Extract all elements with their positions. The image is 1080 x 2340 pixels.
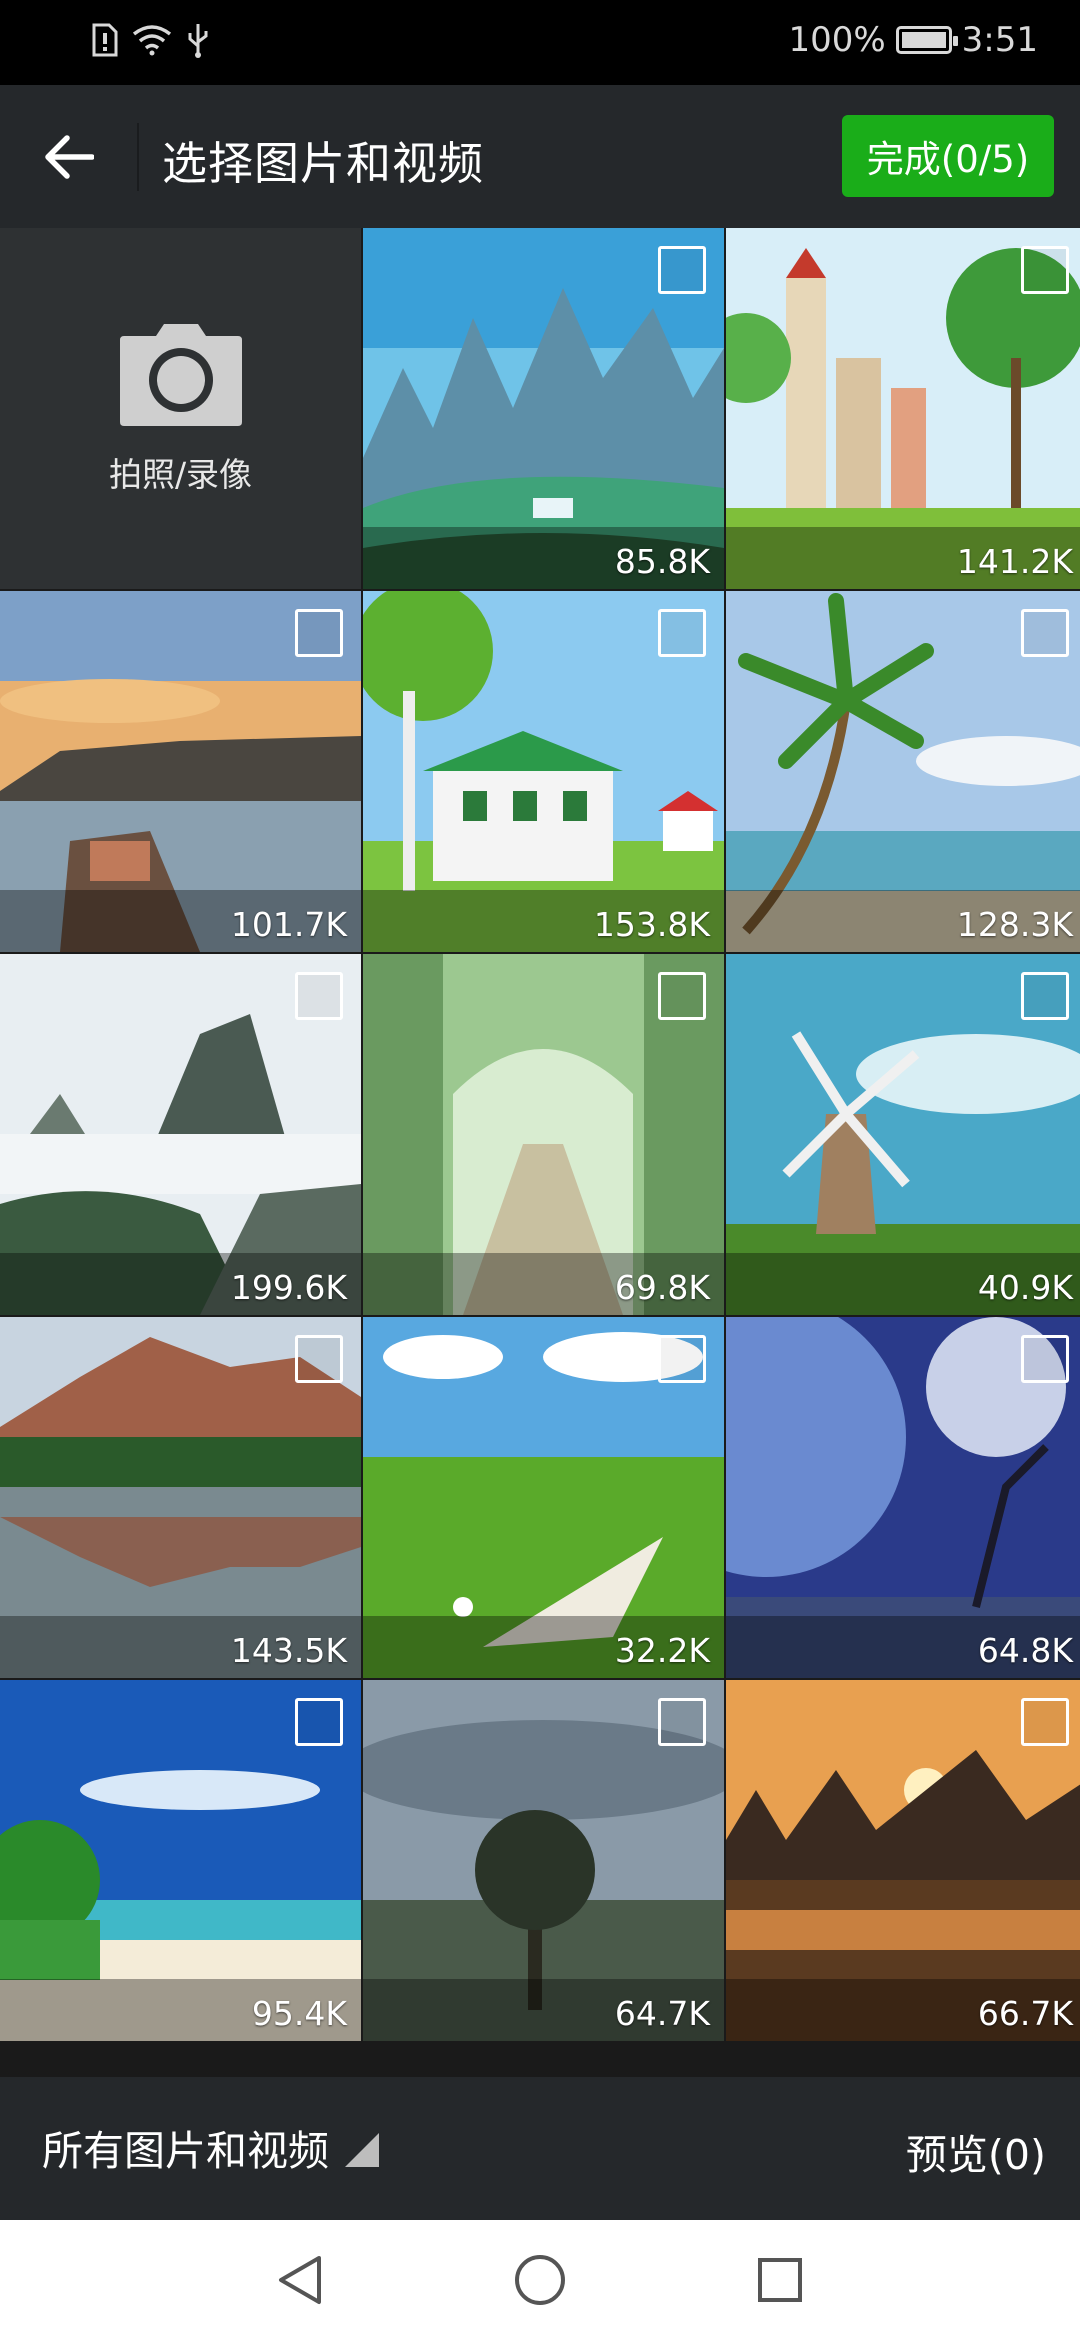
album-selector[interactable]: 所有图片和视频 <box>42 2117 379 2177</box>
select-checkbox[interactable] <box>295 1698 343 1746</box>
file-size: 143.5K <box>230 1631 347 1670</box>
square-recents-icon <box>758 2258 802 2302</box>
back-button[interactable] <box>32 121 104 193</box>
file-size: 64.7K <box>614 1994 710 2033</box>
file-size: 199.6K <box>230 1268 347 1307</box>
select-checkbox[interactable] <box>295 1335 343 1383</box>
file-size: 101.7K <box>230 905 347 944</box>
photo-tile[interactable]: 141.2K <box>726 228 1080 589</box>
select-checkbox[interactable] <box>1021 246 1069 294</box>
dropdown-triangle-icon <box>345 2133 379 2167</box>
system-nav-bar <box>0 2220 1080 2340</box>
select-checkbox[interactable] <box>658 246 706 294</box>
photo-tile[interactable]: 40.9K <box>726 954 1080 1315</box>
file-size: 32.2K <box>614 1631 710 1670</box>
wifi-icon <box>132 25 172 56</box>
photo-tile[interactable]: 199.6K <box>0 954 361 1315</box>
select-checkbox[interactable] <box>295 972 343 1020</box>
file-size: 153.8K <box>593 905 710 944</box>
file-size: 95.4K <box>251 1994 347 2033</box>
file-size: 64.8K <box>977 1631 1073 1670</box>
photo-tile[interactable]: 64.7K <box>363 1680 724 2041</box>
select-checkbox[interactable] <box>658 972 706 1020</box>
top-app-bar: 选择图片和视频 完成(0/5) <box>0 85 1080 228</box>
photo-grid: 拍照/录像 85.8K 141.2K 101.7K 153.8K 128.3K … <box>0 228 1080 2041</box>
album-label: 所有图片和视频 <box>42 2127 329 2175</box>
circle-home-icon <box>515 2255 565 2305</box>
status-icons-left <box>92 22 210 58</box>
status-bar: 100% 3:51 <box>0 0 1080 85</box>
done-button[interactable]: 完成(0/5) <box>842 115 1054 197</box>
nav-back-button[interactable] <box>268 2248 332 2312</box>
file-size: 40.9K <box>977 1268 1073 1307</box>
photo-tile[interactable]: 95.4K <box>0 1680 361 2041</box>
select-checkbox[interactable] <box>658 1335 706 1383</box>
clock: 3:51 <box>961 20 1038 60</box>
select-checkbox[interactable] <box>1021 1335 1069 1383</box>
photo-tile[interactable]: 64.8K <box>726 1317 1080 1678</box>
select-checkbox[interactable] <box>658 609 706 657</box>
triangle-back-icon <box>279 2256 321 2304</box>
battery-charging-icon <box>895 26 958 54</box>
bottom-bar: 所有图片和视频 预览(0) <box>0 2077 1080 2220</box>
select-checkbox[interactable] <box>295 609 343 657</box>
photo-tile[interactable]: 101.7K <box>0 591 361 952</box>
file-size: 141.2K <box>956 542 1073 581</box>
select-checkbox[interactable] <box>1021 972 1069 1020</box>
page-title: 选择图片和视频 <box>162 137 485 190</box>
battery-percent: 100% <box>788 20 886 60</box>
select-checkbox[interactable] <box>1021 609 1069 657</box>
file-size: 128.3K <box>956 905 1073 944</box>
photo-tile[interactable]: 85.8K <box>363 228 724 589</box>
file-size: 85.8K <box>614 542 710 581</box>
photo-tile[interactable]: 143.5K <box>0 1317 361 1678</box>
file-size: 66.7K <box>977 1994 1073 2033</box>
photo-tile[interactable]: 153.8K <box>363 591 724 952</box>
select-checkbox[interactable] <box>1021 1698 1069 1746</box>
photo-tile[interactable]: 69.8K <box>363 954 724 1315</box>
sim-alert-icon <box>92 23 118 57</box>
arrow-left-icon <box>45 135 94 179</box>
nav-recents-button[interactable] <box>748 2248 812 2312</box>
select-checkbox[interactable] <box>658 1698 706 1746</box>
camera-icon <box>119 323 242 426</box>
preview-button[interactable]: 预览(0) <box>906 2121 1046 2181</box>
photo-tile[interactable]: 128.3K <box>726 591 1080 952</box>
file-size: 69.8K <box>614 1268 710 1307</box>
usb-icon <box>188 24 208 58</box>
nav-home-button[interactable] <box>508 2248 572 2312</box>
photo-tile[interactable]: 32.2K <box>363 1317 724 1678</box>
header-divider <box>137 123 139 191</box>
photo-tile[interactable]: 66.7K <box>726 1680 1080 2041</box>
camera-tile[interactable]: 拍照/录像 <box>0 228 361 589</box>
camera-label: 拍照/录像 <box>108 454 253 494</box>
status-icons-right: 100% 3:51 <box>788 20 1038 60</box>
